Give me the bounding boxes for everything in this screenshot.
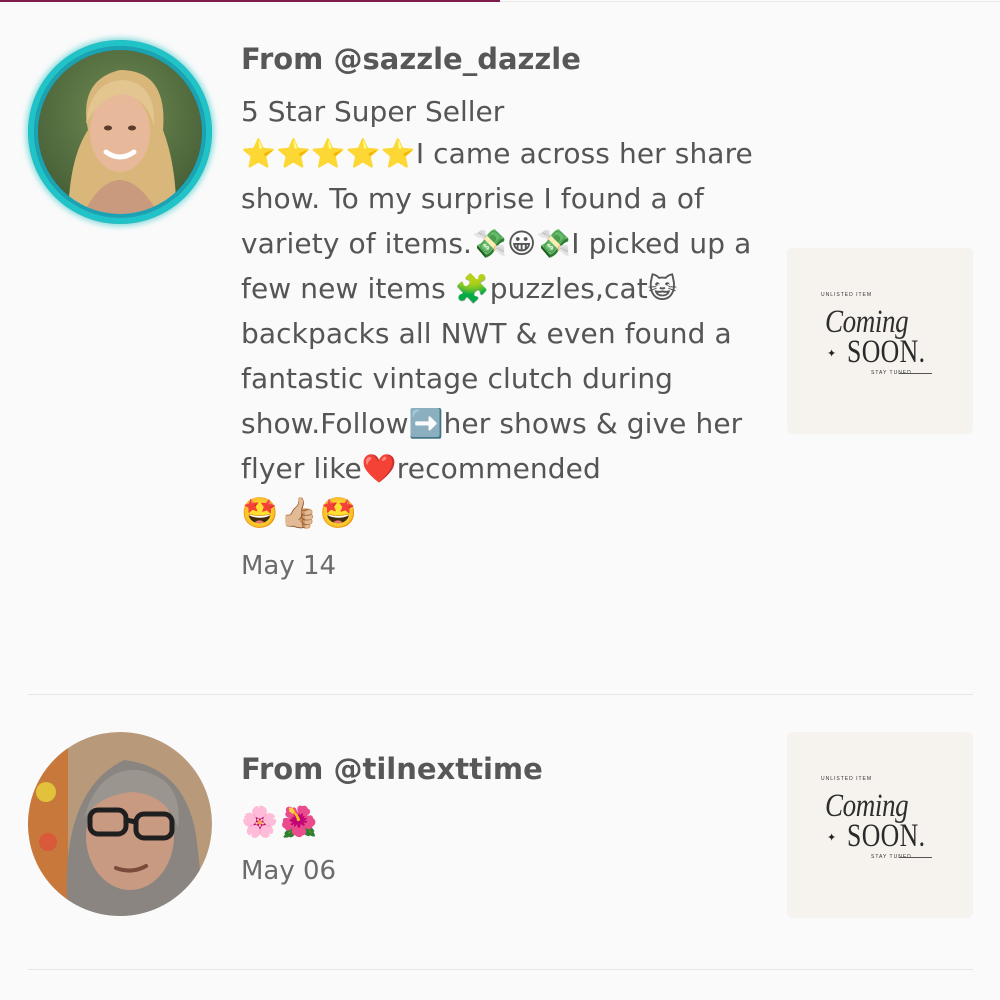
review-date: May 14 [241,551,337,581]
review-item: From @sazzle_dazzle 5 Star Super Seller … [0,0,1000,695]
review-emoji-line: 🤩👍🏼🤩 [241,496,360,531]
review-body: From @sazzle_dazzle 5 Star Super Seller … [241,40,761,583]
review-from-username[interactable]: From @sazzle_dazzle [241,40,761,78]
review-body: From @tilnexttime 🌸🌺 May 06 [241,750,761,888]
thumbnail-rule [899,857,932,858]
review-item: From @tilnexttime 🌸🌺 May 06 UNLISTED ITE… [0,695,1000,970]
avatar-woman-blonde-icon [28,40,212,224]
thumbnail-unlisted-label: UNLISTED ITEM [821,776,873,782]
thumbnail-soon-text: SOON. [847,334,926,370]
reviewer-avatar[interactable] [28,732,212,916]
review-title: 5 Star Super Seller [241,95,505,128]
thumbnail-unlisted-label: UNLISTED ITEM [821,292,873,298]
review-from-username[interactable]: From @tilnexttime [241,750,761,788]
listing-thumbnail[interactable]: UNLISTED ITEM Coming ✦ SOON. STAY TUNED [787,732,973,918]
listing-thumbnail[interactable]: UNLISTED ITEM Coming ✦ SOON. STAY TUNED [787,248,973,434]
reviewer-avatar[interactable] [28,40,212,224]
sparkle-icon: ✦ [827,347,837,360]
avatar-woman-glasses-icon [28,732,212,916]
sparkle-icon: ✦ [827,831,837,844]
review-text: ⭐⭐⭐⭐⭐I came across her share show. To my… [241,137,762,485]
review-emoji-line: 🌸🌺 [241,805,320,840]
review-date: May 06 [241,856,337,886]
thumbnail-soon-text: SOON. [847,818,926,854]
review-divider [28,969,973,970]
thumbnail-rule [899,373,932,374]
